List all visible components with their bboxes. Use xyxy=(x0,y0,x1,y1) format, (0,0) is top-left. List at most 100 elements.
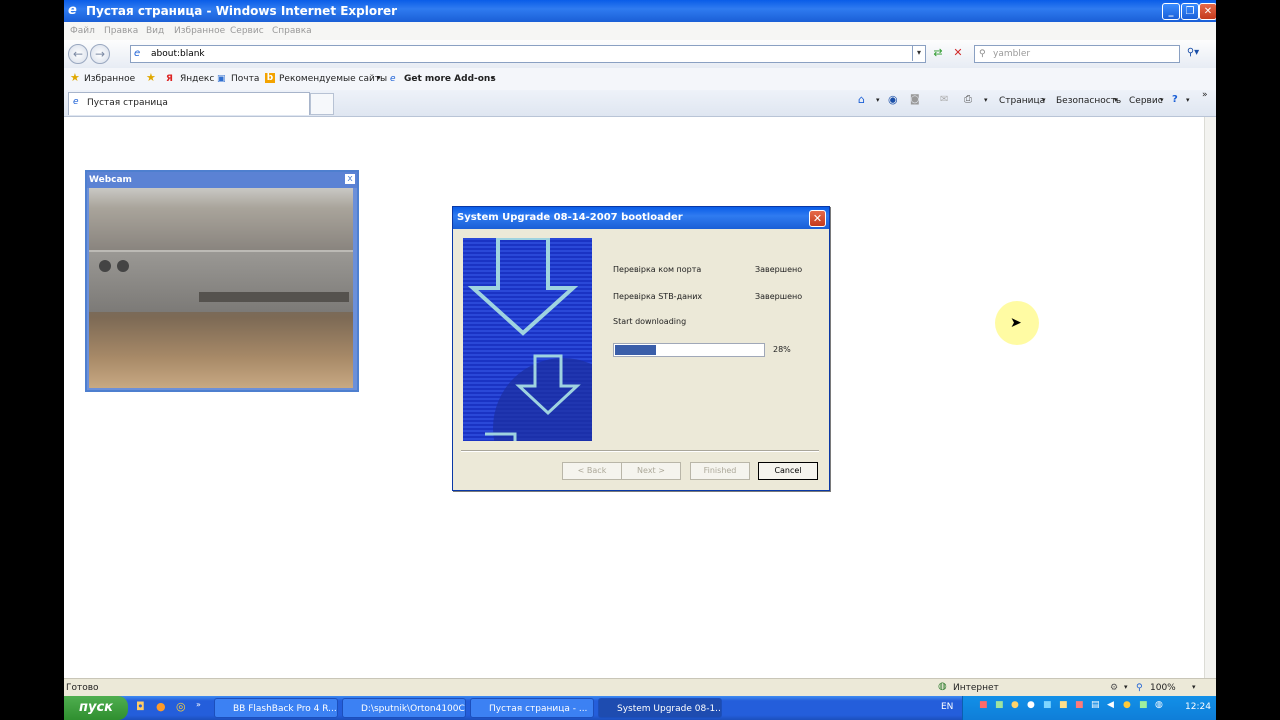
search-placeholder: yambler xyxy=(993,49,1031,59)
network-icon[interactable]: ▤ xyxy=(1091,700,1100,710)
dialog-title: System Upgrade 08-14-2007 bootloader xyxy=(453,207,829,229)
volume-icon[interactable]: ◀ xyxy=(1107,700,1114,710)
window-title: Пустая страница - Windows Internet Explo… xyxy=(86,4,398,18)
taskbar-item-ie[interactable]: Пустая страница - ... xyxy=(470,698,594,718)
address-value: about:blank xyxy=(151,49,205,59)
address-row: ← → e about:blank ▾ ⇄ ✕ ⚲ yambler ⚲▾ xyxy=(64,40,1216,68)
mail-icon[interactable]: ✉ xyxy=(940,94,948,105)
print-icon[interactable]: ⎙ xyxy=(964,94,972,105)
clock[interactable]: 12:24 xyxy=(1185,702,1211,712)
page-menu[interactable]: Страница xyxy=(999,96,1045,106)
menu-tools[interactable]: Сервис xyxy=(230,26,264,36)
more-icon[interactable]: » xyxy=(196,700,201,709)
webslice-icon[interactable]: ◉ xyxy=(888,93,898,106)
chevron-down-icon[interactable]: ▾ xyxy=(1124,683,1128,691)
language-indicator[interactable]: EN xyxy=(941,702,953,712)
download-banner xyxy=(463,238,592,441)
firefox-icon[interactable]: ● xyxy=(156,700,166,713)
ie-addons-icon: e xyxy=(390,74,396,84)
next-wizard-button[interactable]: Next > xyxy=(621,462,681,480)
fav-suggested[interactable]: Рекомендуемые сайты xyxy=(279,74,387,84)
chevron-down-icon[interactable]: ▾ xyxy=(1192,683,1196,691)
webcam-close-icon[interactable]: x xyxy=(345,174,355,184)
taskbar-item-upgrade[interactable]: System Upgrade 08-1... xyxy=(598,698,722,718)
mouse-pointer-icon: ➤ xyxy=(1010,315,1022,331)
mail-icon: ▣ xyxy=(217,74,226,84)
menu-file[interactable]: Файл xyxy=(70,26,95,36)
safety-menu[interactable]: Безопасность xyxy=(1056,96,1121,106)
ie-logo-icon: e xyxy=(68,3,77,18)
tab-blank[interactable]: e Пустая страница xyxy=(68,92,310,115)
step-label: Перевірка STB-даних xyxy=(613,292,703,301)
webcam-title: Webcam xyxy=(87,172,357,188)
yandex-icon: Я xyxy=(166,74,173,84)
help-icon[interactable]: ? xyxy=(1172,94,1178,105)
back-wizard-button[interactable]: < Back xyxy=(562,462,622,480)
menu-help[interactable]: Справка xyxy=(272,26,312,36)
chevron-down-icon[interactable]: ▾ xyxy=(984,96,988,104)
tray-icon[interactable]: ● xyxy=(1027,700,1035,710)
upgrade-dialog: System Upgrade 08-14-2007 bootloader ✕ П… xyxy=(452,206,830,491)
chevron-down-icon[interactable]: ▾ xyxy=(1186,96,1190,104)
fav-yandex[interactable]: Яндекс xyxy=(180,74,214,84)
search-input[interactable]: ⚲ yambler xyxy=(974,45,1180,63)
tray-icon[interactable]: ■ xyxy=(1075,700,1084,710)
start-button[interactable]: пуск xyxy=(64,696,128,720)
menu-view[interactable]: Вид xyxy=(146,26,164,36)
home-icon[interactable]: ⌂ xyxy=(858,93,865,106)
fav-mail[interactable]: Почта xyxy=(231,74,259,84)
taskbar-item-flashback[interactable]: BB FlashBack Pro 4 R... xyxy=(214,698,338,718)
system-tray: EN ■ ■ ● ● ■ ■ ■ ▤ ◀ ● ■ ◍ 12:24 xyxy=(941,696,1216,720)
search-icon[interactable]: ⚲▾ xyxy=(1182,45,1204,61)
feeds-icon[interactable]: ◙ xyxy=(910,94,920,105)
cancel-button[interactable]: Cancel xyxy=(758,462,818,480)
protected-mode-icon[interactable]: ⚙ xyxy=(1110,683,1118,693)
vertical-scrollbar[interactable] xyxy=(1204,117,1216,678)
dialog-separator xyxy=(461,450,819,452)
fav-addons[interactable]: Get more Add-ons xyxy=(404,74,496,84)
tray-icon[interactable]: ■ xyxy=(979,700,988,710)
close-button[interactable]: ✕ xyxy=(1199,3,1216,20)
quicklaunch-icon[interactable]: ◘ xyxy=(136,700,145,713)
taskbar: пуск ◘ ● ◎ » BB FlashBack Pro 4 R... D:\… xyxy=(64,696,1216,720)
bing-icon: b xyxy=(265,73,275,83)
chevron-down-icon: ▾ xyxy=(377,74,381,82)
webcam-window[interactable]: Webcam x xyxy=(85,170,359,392)
forward-button[interactable]: → xyxy=(90,44,110,64)
back-button[interactable]: ← xyxy=(68,44,88,64)
tray-icon[interactable]: ■ xyxy=(995,700,1004,710)
menubar: Файл Правка Вид Избранное Сервис Справка xyxy=(64,22,1216,40)
taskbar-item-folder[interactable]: D:\sputnik\Orton4100C xyxy=(342,698,466,718)
address-dropdown-icon[interactable]: ▾ xyxy=(912,45,925,61)
chrome-icon[interactable]: ◎ xyxy=(176,700,186,713)
tray-icon[interactable]: ● xyxy=(1123,700,1131,710)
tools-menu[interactable]: Сервис xyxy=(1129,96,1163,106)
step-label: Start downloading xyxy=(613,317,687,326)
address-bar[interactable]: e about:blank xyxy=(130,45,926,63)
tray-icon[interactable]: ■ xyxy=(1043,700,1052,710)
webcam-video xyxy=(89,188,353,388)
new-tab-button[interactable] xyxy=(310,93,334,115)
menu-favorites[interactable]: Избранное xyxy=(174,26,225,36)
more-icon[interactable]: » xyxy=(1202,90,1208,100)
tray-icon[interactable]: ◍ xyxy=(1155,700,1163,710)
menu-edit[interactable]: Правка xyxy=(104,26,138,36)
favorites-label[interactable]: Избранное xyxy=(84,74,135,84)
stop-icon[interactable]: ✕ xyxy=(950,45,966,61)
refresh-icon[interactable]: ⇄ xyxy=(930,45,946,61)
status-bar: Готово ◍ Интернет ⚙ ▾ ⚲ 100% ▾ xyxy=(64,678,1216,697)
maximize-button[interactable]: ❐ xyxy=(1181,3,1199,20)
tray-icon[interactable]: ■ xyxy=(1139,700,1148,710)
page-icon: e xyxy=(134,48,141,59)
zoom-level[interactable]: 100% xyxy=(1150,683,1176,693)
zone-label: Интернет xyxy=(953,683,999,693)
tray-icon[interactable]: ● xyxy=(1011,700,1019,710)
tray-icon[interactable]: ■ xyxy=(1059,700,1068,710)
dialog-close-button[interactable]: ✕ xyxy=(809,210,826,227)
minimize-button[interactable]: _ xyxy=(1162,3,1180,20)
tab-row: e Пустая страница ⌂ ▾ ◉ ◙ ✉ ⎙ ▾ Страница… xyxy=(64,90,1216,117)
favorites-bar: ★ Избранное ★ Я Яндекс ▣ Почта b Рекомен… xyxy=(64,68,1216,90)
chevron-down-icon[interactable]: ▾ xyxy=(876,96,880,104)
finished-wizard-button[interactable]: Finished xyxy=(690,462,750,480)
add-favorite-icon[interactable]: ★ xyxy=(146,71,156,84)
